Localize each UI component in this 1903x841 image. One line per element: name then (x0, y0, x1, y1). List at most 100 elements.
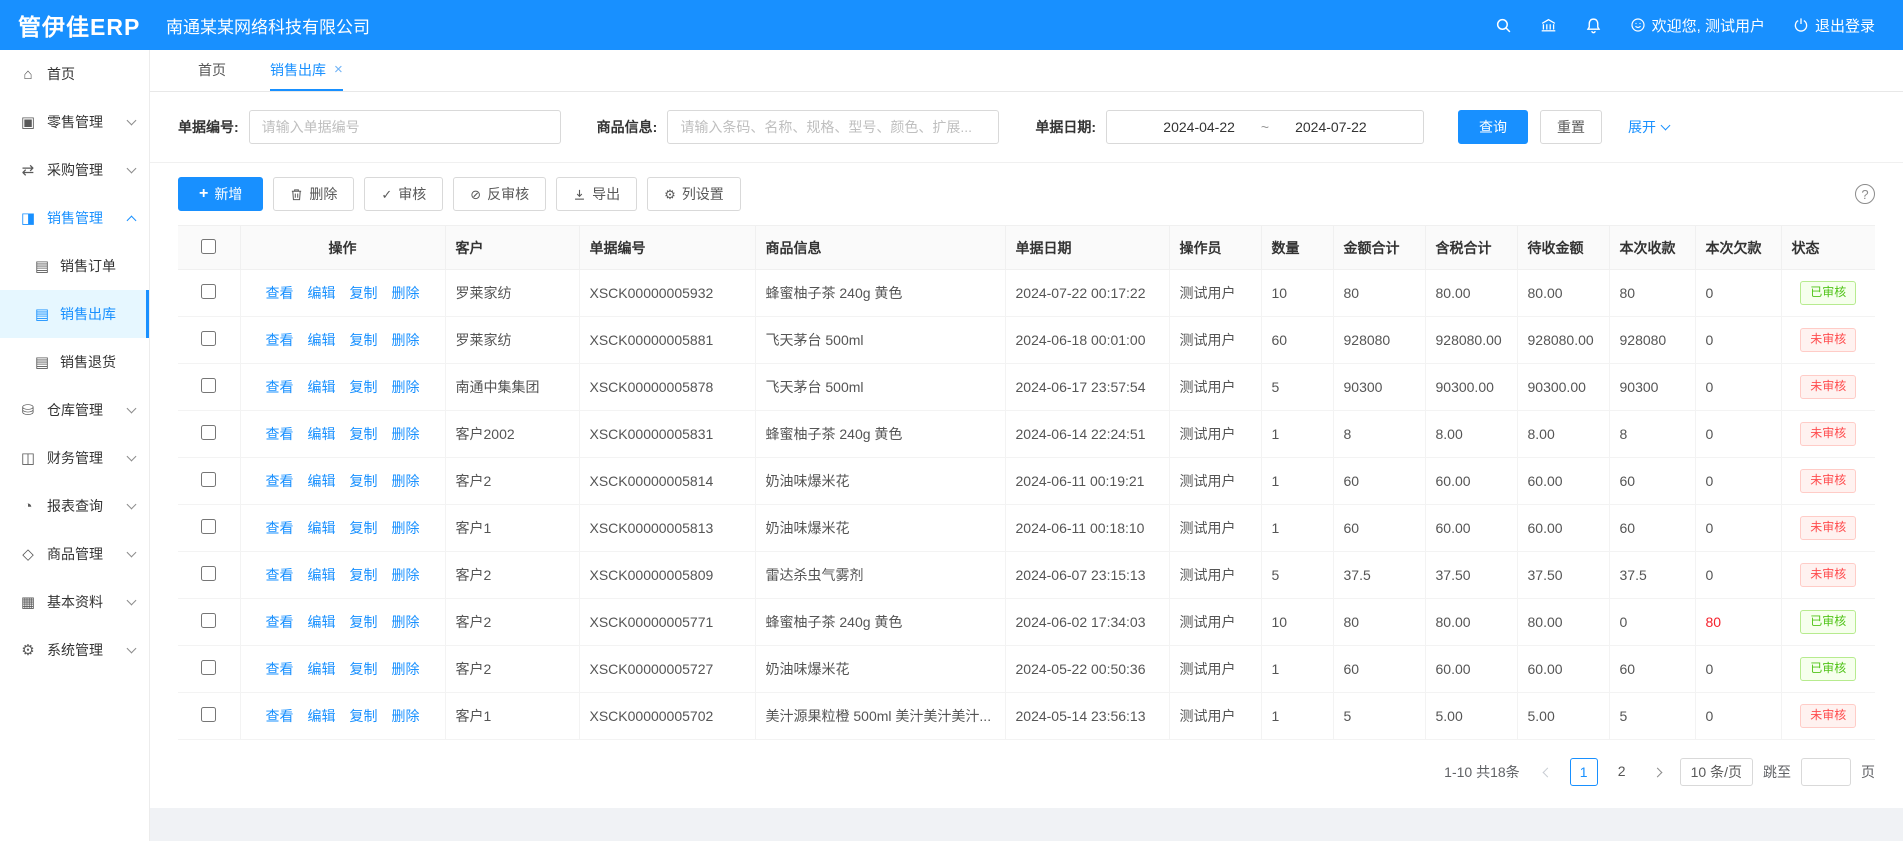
copy-link[interactable]: 复制 (350, 567, 378, 583)
row-checkbox[interactable] (201, 378, 216, 393)
sidebar-item-finance[interactable]: ◫财务管理 (0, 434, 149, 482)
delete-link[interactable]: 删除 (392, 708, 420, 724)
sidebar-item-purchase[interactable]: ⇄采购管理 (0, 146, 149, 194)
delete-link[interactable]: 删除 (392, 285, 420, 301)
copy-link[interactable]: 复制 (350, 661, 378, 677)
search-button[interactable]: 查询 (1458, 110, 1528, 144)
view-link[interactable]: 查看 (266, 614, 294, 630)
row-checkbox[interactable] (201, 707, 216, 722)
product-info-input[interactable] (667, 110, 999, 144)
add-button[interactable]: + 新增 (178, 177, 263, 211)
edit-link[interactable]: 编辑 (308, 473, 336, 489)
jump-page-input[interactable] (1801, 758, 1851, 786)
cell-received: 8 (1609, 411, 1695, 458)
row-checkbox[interactable] (201, 284, 216, 299)
row-checkbox[interactable] (201, 331, 216, 346)
edit-link[interactable]: 编辑 (308, 661, 336, 677)
bell-icon[interactable] (1585, 17, 1602, 34)
tab-label: 首页 (198, 60, 226, 80)
copy-link[interactable]: 复制 (350, 379, 378, 395)
sidebar-item-sales[interactable]: ◨销售管理 (0, 194, 149, 242)
user-welcome[interactable]: 欢迎您, 测试用户 (1630, 15, 1765, 36)
date-end[interactable]: 2024-07-22 (1295, 119, 1367, 135)
tab-close-icon[interactable]: × (334, 62, 343, 77)
edit-link[interactable]: 编辑 (308, 614, 336, 630)
next-page-button[interactable] (1646, 758, 1670, 786)
row-checkbox[interactable] (201, 660, 216, 675)
edit-link[interactable]: 编辑 (308, 708, 336, 724)
tab-sales-outbound[interactable]: 销售出库 × (270, 50, 343, 91)
edit-link[interactable]: 编辑 (308, 426, 336, 442)
table-row: 查看编辑复制删除南通中集集团XSCK00000005878飞天茅台 500ml2… (178, 364, 1875, 411)
row-checkbox[interactable] (201, 566, 216, 581)
help-icon[interactable]: ? (1855, 184, 1875, 204)
page-button-1[interactable]: 1 (1570, 758, 1598, 786)
delete-link[interactable]: 删除 (392, 379, 420, 395)
sidebar-item-report[interactable]: ◔报表查询 (0, 482, 149, 530)
copy-link[interactable]: 复制 (350, 708, 378, 724)
copy-link[interactable]: 复制 (350, 332, 378, 348)
copy-link[interactable]: 复制 (350, 285, 378, 301)
sidebar-subitem-sales-return[interactable]: ▤销售退货 (0, 338, 149, 386)
sidebar-item-retail[interactable]: ▣零售管理 (0, 98, 149, 146)
audit-button[interactable]: ✓ 审核 (364, 177, 443, 211)
edit-link[interactable]: 编辑 (308, 567, 336, 583)
sidebar-item-basic-data[interactable]: ▦基本资料 (0, 578, 149, 626)
view-link[interactable]: 查看 (266, 567, 294, 583)
copy-link[interactable]: 复制 (350, 520, 378, 536)
view-link[interactable]: 查看 (266, 379, 294, 395)
copy-link[interactable]: 复制 (350, 426, 378, 442)
page-size-select[interactable]: 10 条/页 (1680, 758, 1753, 786)
row-checkbox[interactable] (201, 425, 216, 440)
delete-link[interactable]: 删除 (392, 567, 420, 583)
reset-button[interactable]: 重置 (1540, 110, 1602, 144)
edit-link[interactable]: 编辑 (308, 332, 336, 348)
delete-button[interactable]: 删除 (273, 177, 354, 211)
edit-link[interactable]: 编辑 (308, 520, 336, 536)
view-link[interactable]: 查看 (266, 426, 294, 442)
chevron-left-icon (1543, 767, 1553, 777)
logout-button[interactable]: 退出登录 (1793, 15, 1875, 36)
cell-operator: 测试用户 (1169, 552, 1261, 599)
prev-page-button[interactable] (1536, 758, 1560, 786)
search-icon[interactable] (1495, 17, 1512, 34)
view-link[interactable]: 查看 (266, 661, 294, 677)
delete-link[interactable]: 删除 (392, 520, 420, 536)
view-link[interactable]: 查看 (266, 520, 294, 536)
sidebar-subitem-sales-outbound[interactable]: ▤销售出库 (0, 290, 149, 338)
date-start[interactable]: 2024-04-22 (1163, 119, 1235, 135)
date-range-picker[interactable]: 2024-04-22 ~ 2024-07-22 (1106, 110, 1424, 144)
delete-link[interactable]: 删除 (392, 661, 420, 677)
cell-qty: 1 (1261, 458, 1333, 505)
view-link[interactable]: 查看 (266, 708, 294, 724)
tab-home[interactable]: 首页 (198, 50, 226, 91)
copy-link[interactable]: 复制 (350, 614, 378, 630)
delete-link[interactable]: 删除 (392, 332, 420, 348)
export-button[interactable]: 导出 (556, 177, 637, 211)
unaudit-button[interactable]: ⊘ 反审核 (453, 177, 546, 211)
row-checkbox[interactable] (201, 613, 216, 628)
edit-link[interactable]: 编辑 (308, 285, 336, 301)
expand-filters-link[interactable]: 展开 (1628, 117, 1669, 137)
delete-link[interactable]: 删除 (392, 473, 420, 489)
view-link[interactable]: 查看 (266, 332, 294, 348)
column-settings-button[interactable]: ⚙ 列设置 (647, 177, 741, 211)
sidebar-item-warehouse[interactable]: ⛁仓库管理 (0, 386, 149, 434)
sidebar-subitem-sales-order[interactable]: ▤销售订单 (0, 242, 149, 290)
row-checkbox[interactable] (201, 472, 216, 487)
sidebar-item-system[interactable]: ⚙系统管理 (0, 626, 149, 674)
view-link[interactable]: 查看 (266, 285, 294, 301)
row-checkbox[interactable] (201, 519, 216, 534)
delete-link[interactable]: 删除 (392, 614, 420, 630)
bank-icon[interactable] (1540, 17, 1557, 34)
page-button-2[interactable]: 2 (1608, 758, 1636, 786)
select-all-checkbox[interactable] (201, 239, 216, 254)
cell-bill_no: XSCK00000005878 (579, 364, 755, 411)
edit-link[interactable]: 编辑 (308, 379, 336, 395)
delete-link[interactable]: 删除 (392, 426, 420, 442)
sidebar-item-goods[interactable]: ◇商品管理 (0, 530, 149, 578)
sidebar-item-home[interactable]: ⌂首页 (0, 50, 149, 98)
bill-no-input[interactable] (249, 110, 561, 144)
view-link[interactable]: 查看 (266, 473, 294, 489)
copy-link[interactable]: 复制 (350, 473, 378, 489)
